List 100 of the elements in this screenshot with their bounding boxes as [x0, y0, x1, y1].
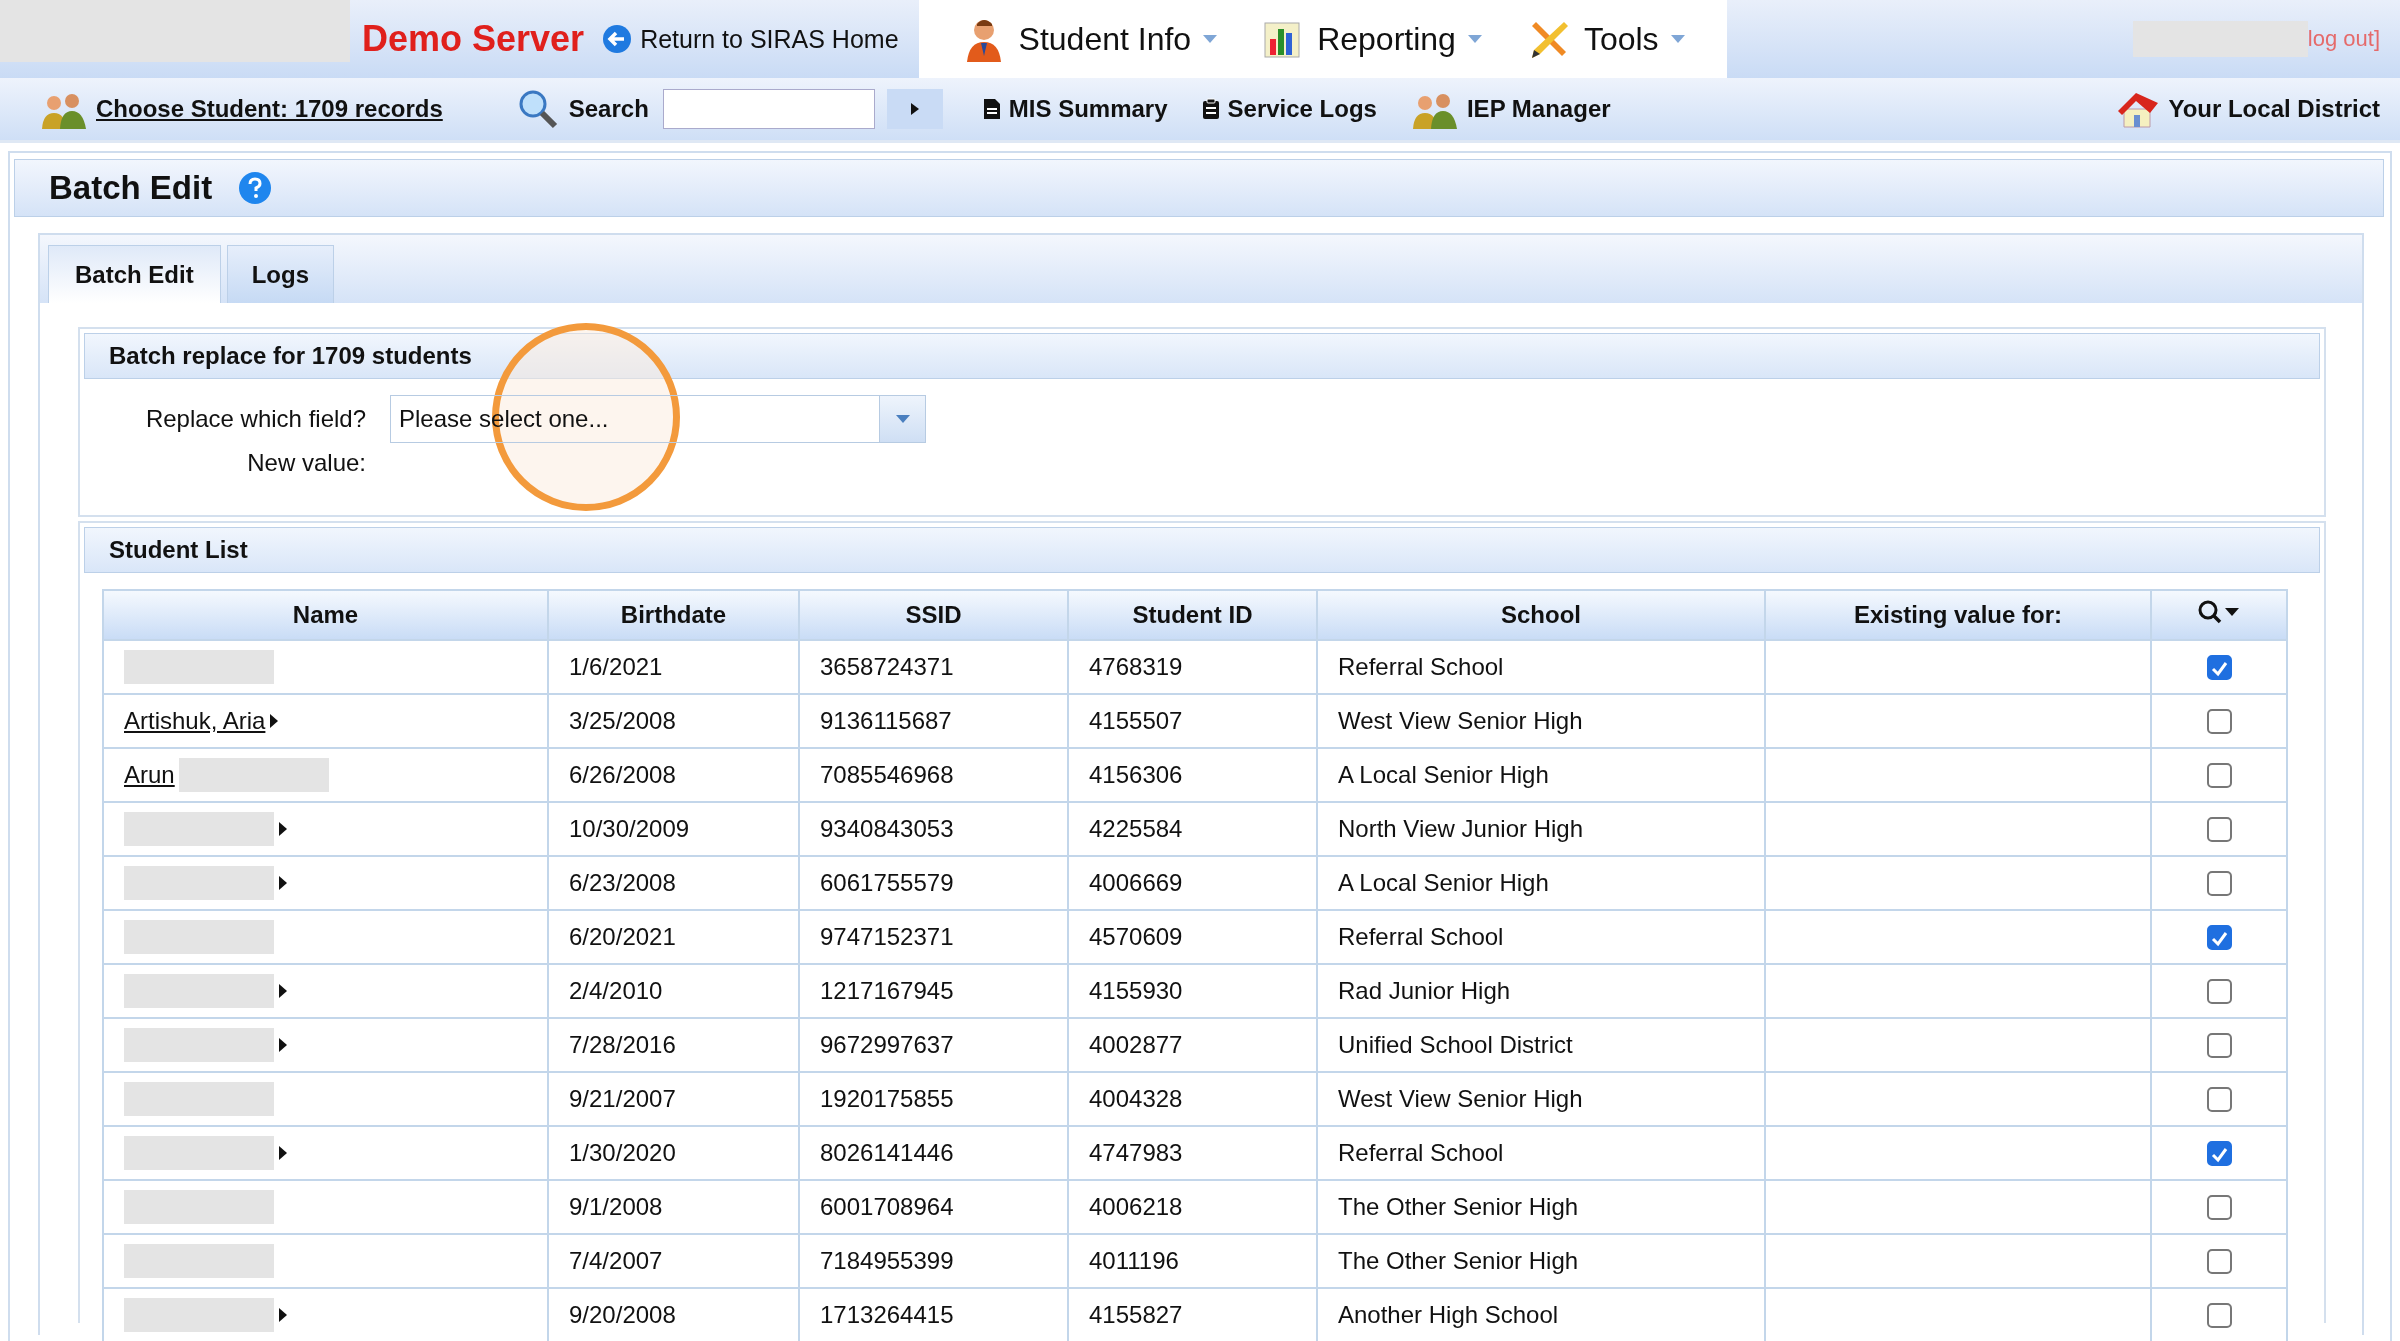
table-cell: 6/20/2021: [548, 910, 799, 964]
table-cell: The Other Senior High: [1317, 1180, 1765, 1234]
checkbox[interactable]: [2206, 1032, 2232, 1058]
column-header: SSID: [799, 590, 1068, 640]
table-cell: 4156306: [1068, 748, 1317, 802]
choose-student-link[interactable]: Choose Student: 1709 records: [40, 89, 443, 129]
table-cell: 9672997637: [799, 1018, 1068, 1072]
table-cell: 1/30/2020: [548, 1126, 799, 1180]
column-header: Birthdate: [548, 590, 799, 640]
table-cell: 9340843053: [799, 802, 1068, 856]
table-cell: Unified School District: [1317, 1018, 1765, 1072]
field-label: Replace which field?: [144, 405, 366, 433]
table-cell: 4002877: [1068, 1018, 1317, 1072]
field-label: New value:: [246, 449, 366, 477]
checkbox[interactable]: [2206, 708, 2232, 734]
table-cell: 4155930: [1068, 964, 1317, 1018]
table-cell: 2/4/2010: [548, 964, 799, 1018]
student-name-link[interactable]: Arun: [124, 761, 175, 789]
page-title: Batch Edit: [49, 169, 213, 207]
table-cell: 4155507: [1068, 694, 1317, 748]
expand-arrow-icon[interactable]: [278, 983, 288, 999]
checkbox[interactable]: [2206, 762, 2232, 788]
play-icon: [909, 102, 920, 116]
table-cell: 9/21/2007: [548, 1072, 799, 1126]
search-field[interactable]: [662, 89, 875, 129]
table-cell: 9747152371: [799, 910, 1068, 964]
nav-menu[interactable]: Student Info: [938, 0, 1240, 78]
checkbox[interactable]: [2206, 1248, 2232, 1274]
table-cell: West View Senior High: [1317, 1072, 1765, 1126]
table-cell: 6001708964: [799, 1180, 1068, 1234]
table-cell: 3/25/2008: [548, 694, 799, 748]
expand-arrow-icon[interactable]: [278, 1307, 288, 1323]
checkbox[interactable]: [2206, 1302, 2232, 1328]
expand-arrow-icon[interactable]: [269, 713, 280, 729]
nav-menu[interactable]: Reporting: [1239, 0, 1504, 78]
student-name-link[interactable]: Artishuk, Aria: [124, 707, 266, 735]
column-header: Name: [103, 590, 548, 640]
table-cell: 4768319: [1068, 640, 1317, 694]
checkbox[interactable]: [2206, 1140, 2232, 1166]
table-cell: Referral School: [1317, 640, 1765, 694]
checkbox[interactable]: [2206, 870, 2232, 896]
checkbox[interactable]: [2206, 924, 2232, 950]
caret-icon: [895, 415, 910, 423]
column-header: Student ID: [1068, 590, 1317, 640]
table-cell: A Local Senior High: [1317, 748, 1765, 802]
help-icon[interactable]: [238, 171, 273, 205]
caret-icon: [1203, 35, 1218, 43]
server-label: Demo Server: [362, 18, 585, 60]
table-cell: West View Senior High: [1317, 694, 1765, 748]
table-cell: 4011196: [1068, 1234, 1317, 1288]
column-header: School: [1317, 590, 1765, 640]
expand-arrow-icon[interactable]: [278, 875, 288, 891]
dropdown-button[interactable]: [880, 395, 926, 443]
tab[interactable]: Logs: [226, 245, 334, 303]
table-cell: 1/6/2021: [548, 640, 799, 694]
section-header: Batch replace for 1709 students: [84, 333, 2320, 379]
district-link[interactable]: Your Local District: [2116, 87, 2380, 131]
table-cell: Referral School: [1317, 1126, 1765, 1180]
checkbox[interactable]: [2206, 978, 2232, 1004]
table-cell: 6/26/2008: [548, 748, 799, 802]
caret-icon: [1467, 35, 1482, 43]
expand-arrow-icon[interactable]: [278, 1037, 288, 1053]
toolbar-link[interactable]: MIS Summary: [982, 95, 1168, 123]
clipboard-icon: [1201, 98, 1220, 120]
expand-arrow-icon[interactable]: [278, 1145, 288, 1161]
table-cell: 4004328: [1068, 1072, 1317, 1126]
table-cell: 7/4/2007: [548, 1234, 799, 1288]
table-cell: Rad Junior High: [1317, 964, 1765, 1018]
expand-arrow-icon[interactable]: [278, 821, 288, 837]
table-cell: Referral School: [1317, 910, 1765, 964]
section-header: Student List: [84, 527, 2320, 573]
checkbox[interactable]: [2206, 1194, 2232, 1220]
table-cell: 4225584: [1068, 802, 1317, 856]
return-link[interactable]: Return to SIRAS Home: [602, 24, 899, 54]
table-cell: 7/28/2016: [548, 1018, 799, 1072]
table-cell: 9/1/2008: [548, 1180, 799, 1234]
checkbox[interactable]: [2206, 1086, 2232, 1112]
table-cell: 7085546968: [799, 748, 1068, 802]
table-cell: 6/23/2008: [548, 856, 799, 910]
search-go-button[interactable]: [886, 89, 943, 129]
table-cell: 3658724371: [799, 640, 1068, 694]
toolbar-link[interactable]: IEP Manager: [1410, 89, 1611, 129]
search-filter-icon[interactable]: [2197, 599, 2241, 625]
table-cell: 1217167945: [799, 964, 1068, 1018]
caret-icon: [1670, 35, 1685, 43]
toolbar-link[interactable]: Service Logs: [1201, 95, 1377, 123]
nav-menu[interactable]: Tools: [1503, 0, 1707, 78]
table-cell: 10/30/2009: [548, 802, 799, 856]
table-cell: 4570609: [1068, 910, 1317, 964]
table-cell: 4006218: [1068, 1180, 1317, 1234]
tab[interactable]: Batch Edit: [48, 245, 221, 303]
table-cell: 6061755579: [799, 856, 1068, 910]
table-cell: 9136115687: [799, 694, 1068, 748]
table-cell: 4747983: [1068, 1126, 1317, 1180]
checkbox[interactable]: [2206, 654, 2232, 680]
document-icon: [982, 98, 1001, 120]
table-cell: 8026141446: [799, 1126, 1068, 1180]
table-cell: The Other Senior High: [1317, 1234, 1765, 1288]
checkbox[interactable]: [2206, 816, 2232, 842]
table-cell: A Local Senior High: [1317, 856, 1765, 910]
